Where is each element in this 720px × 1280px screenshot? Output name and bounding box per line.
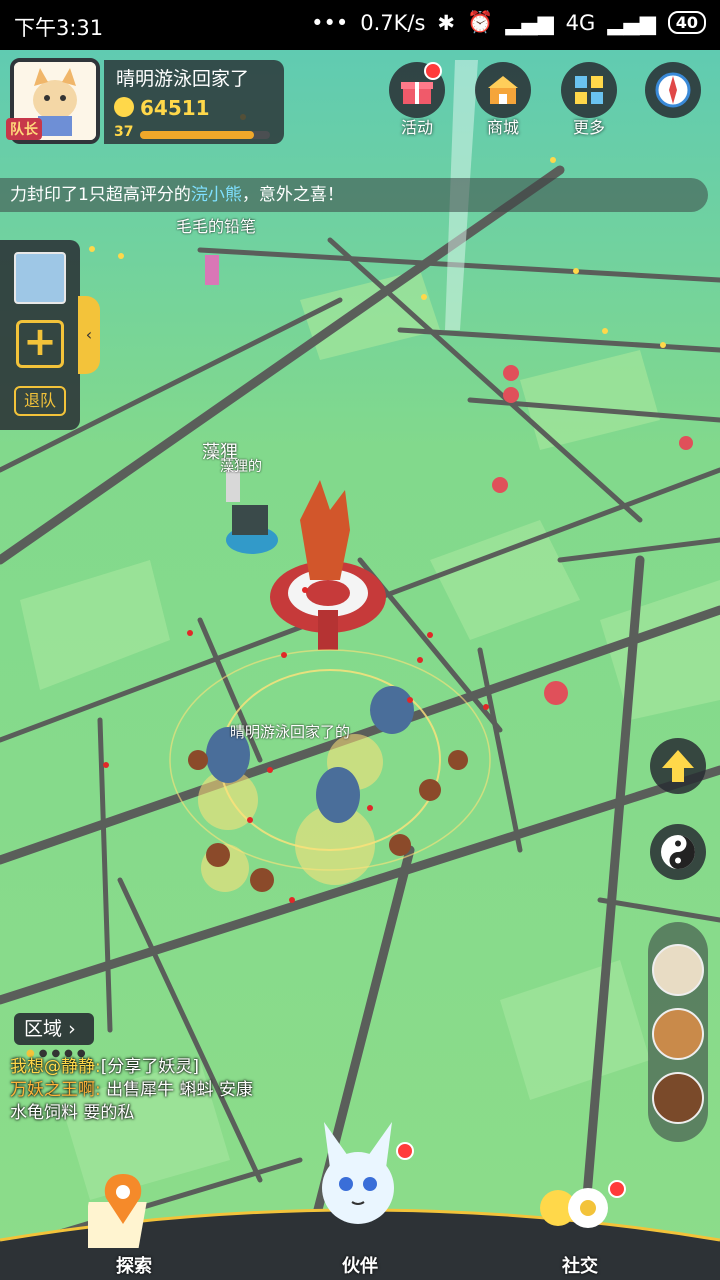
activity-notification-dot	[424, 62, 442, 80]
yin-yang-icon	[661, 835, 695, 869]
news-ticker: 力封印了1只超高评分的浣小熊，意外之喜！	[0, 178, 708, 212]
more-indicator: •••	[311, 10, 349, 35]
signal-icon-2: ▂▄▆	[607, 10, 656, 35]
compass-icon	[645, 62, 701, 118]
level-up-button[interactable]	[650, 738, 706, 794]
nav-explore-label[interactable]: 探索	[116, 1252, 152, 1278]
map-other-player-sub: 藻狸的	[220, 459, 262, 475]
ticker-highlight[interactable]: 浣小熊	[191, 185, 242, 205]
region-label: 区域	[24, 1018, 63, 1040]
chat-user[interactable]: 万妖之王啊:	[10, 1080, 101, 1100]
player-coins: 64511	[140, 96, 210, 120]
chat-text: 水龟饲料 要的私	[10, 1103, 135, 1123]
chat-message: 万妖之王啊: 出售犀牛 蝌蚪 安康	[10, 1079, 310, 1102]
team-panel-collapse-handle[interactable]: ‹	[78, 296, 100, 374]
ticker-prefix: 力封印了1只超高评分的	[10, 185, 191, 205]
battery-level: 40	[667, 11, 706, 34]
region-button[interactable]: 区域 ›	[14, 1013, 94, 1045]
player-level: 37	[114, 124, 134, 140]
nav-companion-label[interactable]: 伙伴	[342, 1252, 378, 1278]
activity-button[interactable]: 活动	[386, 62, 448, 138]
coin-icon	[114, 97, 134, 117]
social-icon[interactable]	[536, 1178, 616, 1248]
map-player-label[interactable]: 毛毛的铅笔	[176, 213, 256, 237]
quit-team-button[interactable]: 退队	[14, 386, 66, 416]
network-type: 4G	[565, 10, 596, 35]
partner-avatar-3[interactable]	[652, 1072, 704, 1124]
chat-user[interactable]: 我想@静静:	[10, 1057, 101, 1077]
nav-social-label[interactable]: 社交	[562, 1252, 598, 1278]
chat-message: 我想@静静:[分享了妖灵]	[10, 1056, 310, 1079]
more-button[interactable]: 更多	[558, 62, 620, 138]
companion-spirit-icon[interactable]	[308, 1118, 408, 1228]
status-time: 下午3:31	[14, 16, 104, 40]
team-member-avatar[interactable]	[14, 252, 66, 304]
shop-label: 商城	[486, 118, 519, 137]
xp-bar	[140, 131, 270, 139]
captain-badge: 队长	[6, 118, 42, 140]
activity-label: 活动	[400, 118, 433, 137]
team-panel: + 退队	[0, 240, 80, 430]
arrow-up-icon	[662, 750, 694, 782]
player-name: 晴明游泳回家了	[116, 68, 250, 90]
network-speed: 0.7K/s	[360, 10, 426, 35]
chat-feed[interactable]: 我想@静静:[分享了妖灵] 万妖之王啊: 出售犀牛 蝌蚪 安康 水龟饲料 要的私	[10, 1056, 310, 1125]
partner-avatar-1[interactable]	[652, 944, 704, 996]
compass-button[interactable]	[642, 62, 704, 118]
map-self-label: 晴明游泳回家了的	[230, 723, 351, 741]
xp-bar-fill	[140, 131, 255, 139]
chat-text: 出售犀牛 蝌蚪 安康	[106, 1080, 253, 1100]
chevron-right-icon: ›	[68, 1018, 76, 1040]
shop-button[interactable]: 商城	[472, 62, 534, 138]
grid-icon	[561, 62, 617, 118]
chat-message: 水龟饲料 要的私	[10, 1102, 310, 1125]
add-team-member-button[interactable]: +	[16, 320, 64, 368]
social-notification-dot	[608, 1180, 626, 1198]
bluetooth-icon: ✱	[437, 10, 456, 35]
yin-yang-button[interactable]	[650, 824, 706, 880]
chat-text: [分享了妖灵]	[100, 1057, 199, 1077]
partner-list	[648, 922, 708, 1142]
more-label: 更多	[572, 118, 605, 137]
alarm-icon: ⏰	[467, 10, 494, 34]
explore-map-pin-icon[interactable]	[88, 1172, 158, 1252]
status-bar: 下午3:31 ••• 0.7K/s ✱ ⏰ ▂▄▆ 4G ▂▄▆ 40	[0, 0, 720, 50]
shop-icon	[475, 62, 531, 118]
ticker-suffix: ，意外之喜！	[241, 185, 344, 205]
partner-avatar-2[interactable]	[652, 1008, 704, 1060]
signal-icon: ▂▄▆	[505, 10, 554, 35]
companion-notification-dot	[396, 1142, 414, 1160]
